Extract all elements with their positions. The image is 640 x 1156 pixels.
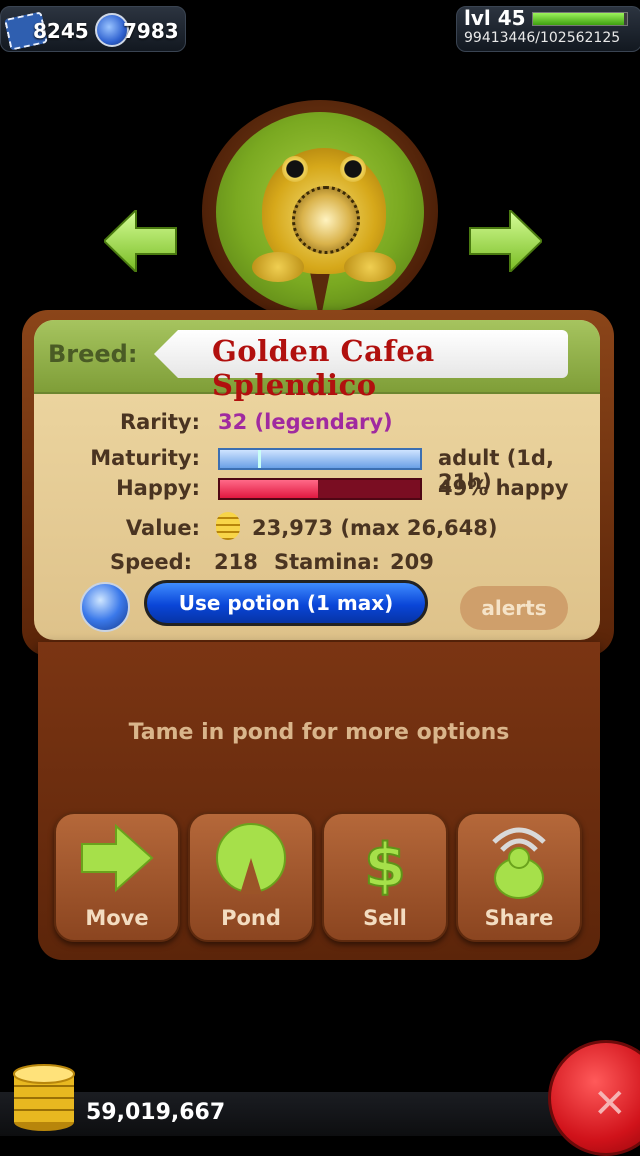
happy-value: 49% happy <box>438 476 569 500</box>
actions-panel: Tame in pond for more options Move Pond … <box>38 642 600 960</box>
prev-frog-arrow-icon[interactable] <box>104 210 178 272</box>
share-button[interactable]: Share <box>456 812 582 942</box>
tame-message: Tame in pond for more options <box>128 720 510 745</box>
breed-name: Golden Cafea Splendico <box>212 334 435 402</box>
level-label: lvl 45 <box>464 6 526 30</box>
potion-count: 7983 <box>123 19 179 43</box>
happy-fill <box>220 480 318 498</box>
rarity-value: 32 (legendary) <box>218 410 393 434</box>
alerts-button[interactable]: alerts <box>460 586 568 630</box>
move-label: Move <box>85 906 149 930</box>
potion-flask-icon <box>80 582 130 632</box>
value-label: Value: <box>125 516 200 540</box>
breed-band: Breed: Golden Cafea Splendico <box>34 320 600 402</box>
svg-text:$: $ <box>364 831 406 901</box>
next-frog-arrow-icon[interactable] <box>468 210 542 272</box>
pond-label: Pond <box>221 906 281 930</box>
golden-frog-icon[interactable] <box>252 148 396 282</box>
lilypad-icon <box>216 823 286 894</box>
happy-bar <box>218 478 422 500</box>
rarity-label: Rarity: <box>119 410 200 434</box>
dollar-icon: $ <box>363 830 407 902</box>
pond-button[interactable]: Pond <box>188 812 314 942</box>
value-amount: 23,973 (max 26,648) <box>252 516 498 540</box>
share-label: Share <box>484 906 554 930</box>
currency-pill[interactable]: 8245 7983 <box>0 6 186 52</box>
xp-progress-bar <box>532 12 628 26</box>
sell-label: Sell <box>363 906 407 930</box>
close-button[interactable]: ✕ <box>548 1040 640 1156</box>
speed-label: Speed: <box>110 550 193 574</box>
frog-plate <box>202 100 438 322</box>
coin-total: 59,019,667 <box>86 1100 226 1125</box>
share-frog-icon <box>492 827 546 899</box>
move-button[interactable]: Move <box>54 812 180 942</box>
ticket-count: 8245 <box>33 19 89 43</box>
use-potion-button[interactable]: Use potion (1 max) <box>144 580 428 626</box>
close-icon: ✕ <box>593 1081 627 1127</box>
maturity-bar <box>218 448 422 470</box>
lilypad-icon <box>216 112 424 322</box>
happy-label: Happy: <box>116 476 200 500</box>
arrow-icon <box>81 823 154 893</box>
breed-label: Breed: <box>48 340 138 368</box>
frog-info-panel: Breed: Golden Cafea Splendico Rarity: 32… <box>22 310 614 656</box>
speed-value: 218 <box>214 550 258 574</box>
stamina-value: 209 <box>390 550 434 574</box>
stamina-label: Stamina: <box>274 550 380 574</box>
sell-button[interactable]: $ Sell <box>322 812 448 942</box>
maturity-label: Maturity: <box>90 446 200 470</box>
xp-progress-fill <box>533 13 625 25</box>
xp-text: 99413446/102562125 <box>464 30 621 46</box>
coin-icon <box>216 512 240 540</box>
coin-stack-icon <box>13 1064 75 1131</box>
